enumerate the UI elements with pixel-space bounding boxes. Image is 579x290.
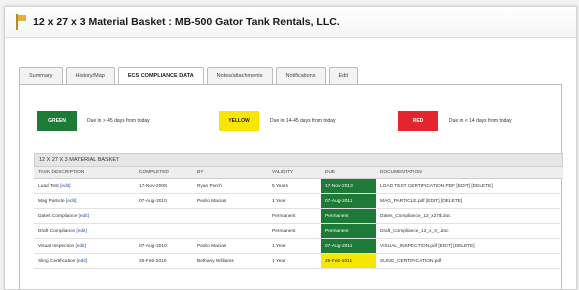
table-row: Dates Compliance [edit] Permanent Permanen… — [34, 208, 563, 224]
task-name: Mag Particle — [38, 198, 65, 204]
by-cell: Bethany Williams — [193, 253, 268, 269]
by-cell: Pedro Macias — [193, 238, 268, 254]
table-body: Load Test [edit] 17-Nov-2008 Ryan Porch 5 Y… — [34, 178, 563, 269]
documentation-link[interactable]: Draft_Compliance_12_x_3_.doc — [376, 223, 563, 239]
task-name: Dates Compliance — [38, 213, 78, 219]
legend-yellow-swatch: YELLOW — [219, 111, 259, 131]
tab-bar: Summary History/Map ECS COMPLIANCE DATA … — [19, 67, 562, 85]
table-row: Visual Inspection [edit] 07-Aug-2010 Pedro… — [34, 238, 563, 254]
flag-icon — [15, 14, 27, 30]
due-cell: Permanent — [321, 208, 376, 224]
table-row: Load Test [edit] 17-Nov-2008 Ryan Porch 5 Y… — [34, 178, 563, 194]
asset-window: 12 x 27 x 3 Material Basket : MB-500 Gat… — [4, 6, 577, 290]
task-cell: Mag Particle [edit] — [34, 193, 135, 209]
window-title: 12 x 27 x 3 Material Basket : MB-500 Gat… — [33, 16, 340, 28]
col-by: BY — [193, 167, 268, 179]
compliance-table: TASK DESCRIPTION COMPLETED BY VALIDITY D… — [34, 167, 563, 269]
by-cell: Ryan Porch — [193, 178, 268, 194]
tab-notifications[interactable]: Notifications — [275, 67, 326, 84]
validity-cell: Permanent — [268, 208, 321, 224]
task-cell: Load Test [edit] — [34, 178, 135, 194]
compliance-table-panel: 12 X 27 X 3 MATERIAL BASKET TASK DESCRIP… — [34, 153, 563, 269]
col-completed: COMPLETED — [135, 167, 193, 179]
legend-green-desc: Due in > 45 days from today — [87, 118, 150, 124]
tab-edit[interactable]: Edit — [328, 67, 358, 84]
tab-summary[interactable]: Summary — [19, 67, 63, 84]
by-cell — [193, 208, 268, 224]
col-documentation: DOCUMENTATION — [376, 167, 563, 179]
task-name: Draft Compliance — [38, 228, 76, 234]
legend-red-desc: Due in < 14 days from today — [449, 118, 512, 124]
title-bar: 12 x 27 x 3 Material Basket : MB-500 Gat… — [5, 7, 576, 38]
tab-history-map[interactable]: History/Map — [65, 67, 115, 84]
tab-notes-attachments[interactable]: Notes/attachments — [206, 67, 273, 84]
due-cell: 07-Aug-2011 — [321, 238, 376, 254]
col-task-description: TASK DESCRIPTION — [34, 167, 135, 179]
documentation-link[interactable]: LOAD TEST CERTIFICATION.PDF [EDIT] [DELE… — [376, 178, 563, 194]
tab-panel: GREEN Due in > 45 days from today YELLOW… — [19, 84, 563, 289]
completed-cell: 17-Nov-2008 — [135, 178, 193, 194]
completed-cell: 07-Aug-2010 — [135, 193, 193, 209]
validity-cell: 5 Years — [268, 178, 321, 194]
table-title: 12 X 27 X 3 MATERIAL BASKET — [34, 153, 563, 167]
legend-green-swatch: GREEN — [37, 111, 77, 131]
task-cell: Sling Certification [edit] — [34, 253, 135, 269]
validity-cell: 1 Year — [268, 238, 321, 254]
col-validity: VALIDITY — [268, 167, 321, 179]
documentation-link[interactable]: MAG_PARTICLE.pdf [EDIT] [DELETE] — [376, 193, 563, 209]
status-legend: GREEN Due in > 45 days from today YELLOW… — [37, 111, 557, 133]
validity-cell: 1 Year — [268, 193, 321, 209]
task-cell: Draft Compliance [edit] — [34, 223, 135, 239]
table-row: Draft Compliance [edit] Permanent Permanen… — [34, 223, 563, 239]
due-cell: 07-Aug-2011 — [321, 193, 376, 209]
task-cell: Dates Compliance [edit] — [34, 208, 135, 224]
completed-cell: 07-Aug-2010 — [135, 238, 193, 254]
legend-red-swatch: RED — [398, 111, 438, 131]
table-header-row: TASK DESCRIPTION COMPLETED BY VALIDITY D… — [34, 167, 563, 179]
edit-link[interactable]: [edit] — [79, 214, 89, 219]
validity-cell: 1 Year — [268, 253, 321, 269]
task-cell: Visual Inspection [edit] — [34, 238, 135, 254]
edit-link[interactable]: [edit] — [60, 184, 70, 189]
validity-cell: Permanent — [268, 223, 321, 239]
due-cell: 26-Feb-2011 — [321, 253, 376, 269]
by-cell — [193, 223, 268, 239]
col-due: DUE — [321, 167, 376, 179]
table-row: Mag Particle [edit] 07-Aug-2010 Pedro Maci… — [34, 193, 563, 209]
documentation-link[interactable]: Dates_Compliance_12_x27$.doc — [376, 208, 563, 224]
documentation-link[interactable]: VISUAL_INSPECTION.pdf [EDIT] [DELETE] — [376, 238, 563, 254]
task-name: Visual Inspection — [38, 243, 75, 249]
completed-cell — [135, 223, 193, 239]
completed-cell: 26-Feb-2010 — [135, 253, 193, 269]
documentation-link[interactable]: SLING_CERTIFICATION.pdf — [376, 253, 563, 269]
due-cell: 17-Nov-2013 — [321, 178, 376, 194]
edit-link[interactable]: [edit] — [76, 244, 86, 249]
completed-cell — [135, 208, 193, 224]
due-cell: Permanent — [321, 223, 376, 239]
edit-link[interactable]: [edit] — [66, 199, 76, 204]
legend-yellow-desc: Due in 14-45 days from today — [270, 118, 336, 124]
table-row: Sling Certification [edit] 26-Feb-2010 Bet… — [34, 253, 563, 269]
by-cell: Pedro Macias — [193, 193, 268, 209]
edit-link[interactable]: [edit] — [77, 259, 87, 264]
task-name: Load Test — [38, 183, 59, 189]
tab-ecs-compliance-data[interactable]: ECS COMPLIANCE DATA — [117, 67, 204, 85]
edit-link[interactable]: [edit] — [76, 229, 86, 234]
task-name: Sling Certification — [38, 258, 76, 264]
